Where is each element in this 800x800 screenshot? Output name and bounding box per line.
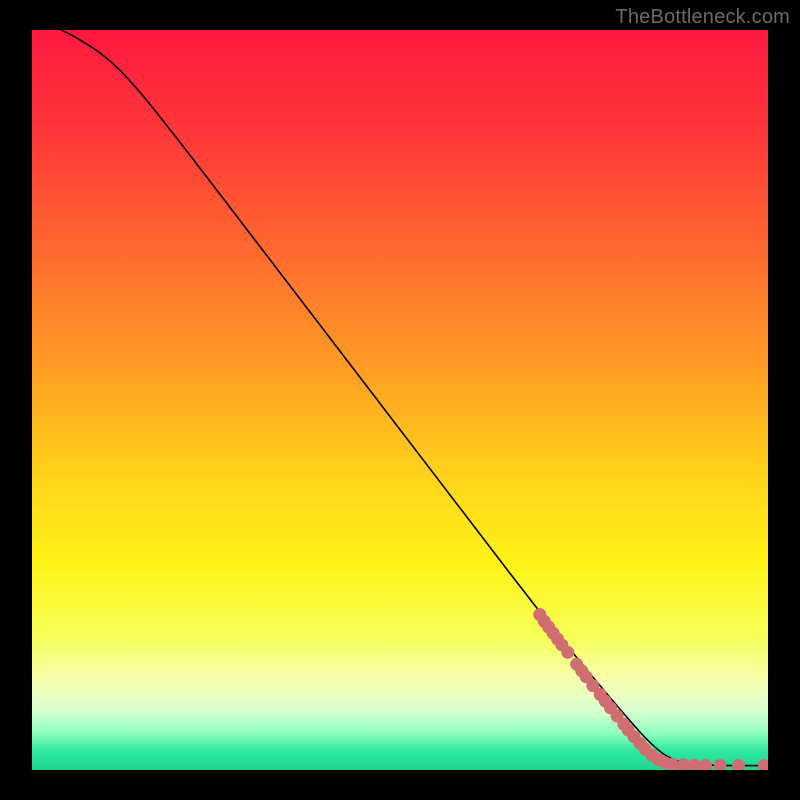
chart-plot-area [32,30,768,770]
gradient-background [32,30,768,770]
watermark-text: TheBottleneck.com [615,6,790,29]
chart-stage: TheBottleneck.com [0,0,800,800]
highlight-dot [666,758,679,770]
highlight-dot [561,646,574,659]
chart-svg [32,30,768,770]
